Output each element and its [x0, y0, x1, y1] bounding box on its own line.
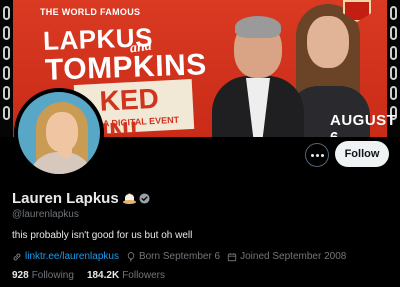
- banner-person-face: [307, 16, 349, 68]
- chain-link: [3, 26, 10, 40]
- banner-supertitle: THE WORLD FAMOUS: [40, 7, 141, 17]
- chain-link: [390, 26, 397, 40]
- followers-label: Followers: [122, 270, 165, 281]
- banner-person-hair: [235, 16, 281, 38]
- profile-name-row: Lauren Lapkus: [12, 190, 150, 207]
- profile-birthday: Born September 6: [126, 251, 220, 262]
- calendar-icon: [227, 252, 237, 261]
- chain-link: [390, 6, 397, 20]
- display-name: Lauren Lapkus: [12, 190, 119, 207]
- avatar-hand: [58, 144, 72, 158]
- chain-link: [3, 66, 10, 80]
- follow-stats: 928 Following 184.2K Followers: [12, 270, 178, 281]
- banner-date-tag: AUGUST 6: [330, 112, 397, 137]
- chain-link: [3, 6, 10, 20]
- chain-link: [390, 46, 397, 60]
- profile-bio: this probably isn't good for us but oh w…: [12, 230, 193, 241]
- chain-link: [390, 66, 397, 80]
- banner-chain-left: [0, 0, 13, 137]
- balloon-icon: [127, 251, 135, 262]
- more-horizontal-icon: [310, 153, 314, 157]
- chain-link: [3, 86, 10, 100]
- profile-meta: linktr.ee/laurenlapkus Born September 6 …: [12, 251, 353, 262]
- verified-badge-icon[interactable]: [139, 193, 150, 204]
- more-horizontal-icon: [320, 153, 324, 157]
- profile-joined: Joined September 2008: [227, 251, 346, 262]
- avatar[interactable]: [14, 88, 104, 178]
- chain-link: [3, 46, 10, 60]
- link-icon: [13, 253, 21, 260]
- profile-joined-text: Joined September 2008: [240, 251, 347, 262]
- profile-handle: @laurenlapkus: [12, 209, 79, 220]
- follow-button[interactable]: Follow: [335, 141, 389, 167]
- following-count: 928: [12, 270, 29, 281]
- followers-link[interactable]: 184.2K Followers: [87, 270, 165, 281]
- more-horizontal-icon: [315, 153, 319, 157]
- chain-link: [390, 86, 397, 100]
- chain-link: [3, 106, 10, 120]
- profile-link-text[interactable]: linktr.ee/laurenlapkus: [25, 251, 119, 262]
- more-options-button[interactable]: [305, 143, 329, 167]
- following-label: Following: [31, 270, 74, 281]
- profile-birthday-text: Born September 6: [138, 251, 221, 262]
- pie-plate: [122, 200, 136, 204]
- following-link[interactable]: 928 Following: [12, 270, 74, 281]
- profile-link[interactable]: linktr.ee/laurenlapkus: [12, 251, 119, 262]
- followers-count: 184.2K: [86, 270, 120, 281]
- pie-emoji-icon: [122, 193, 136, 204]
